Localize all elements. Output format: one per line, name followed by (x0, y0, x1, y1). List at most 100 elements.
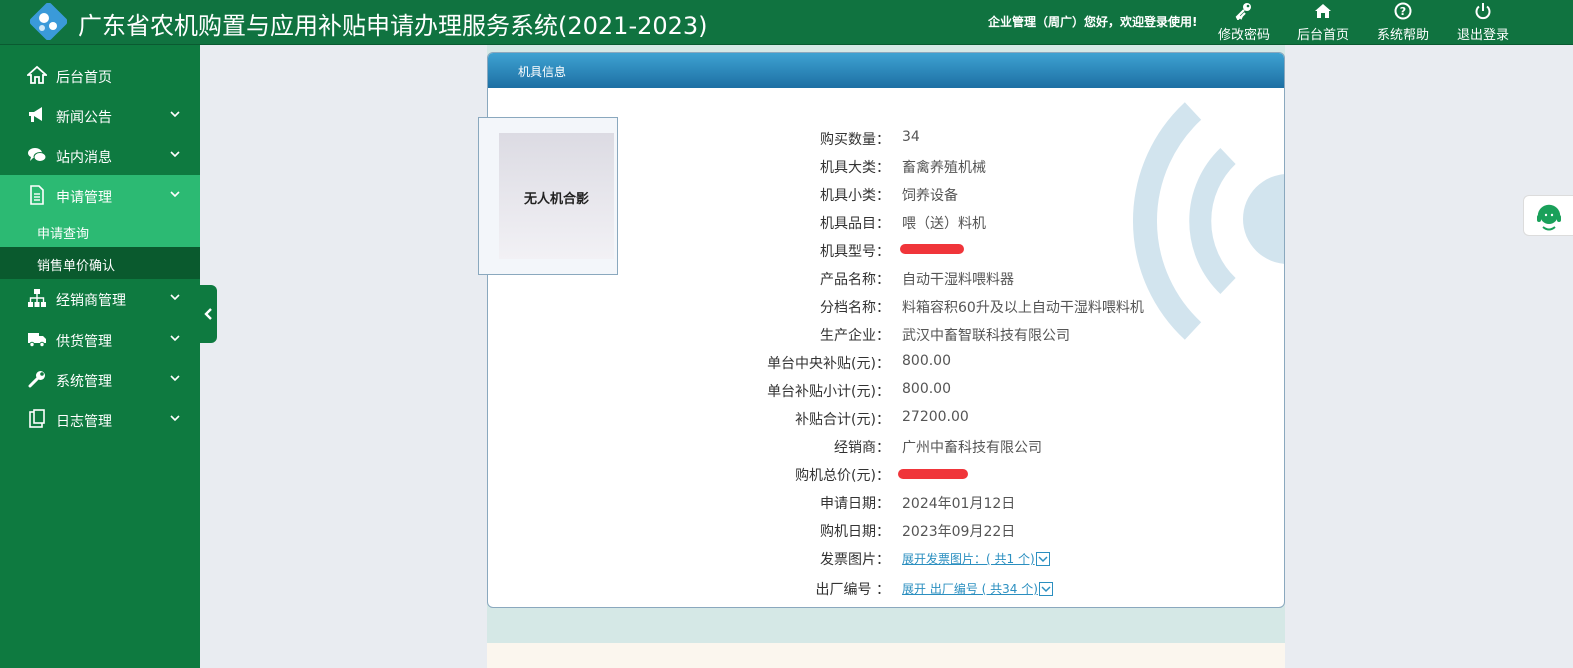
content-footer-strip (487, 643, 1285, 668)
field-value: 饲养设备 (902, 188, 958, 204)
power-icon (1475, 3, 1491, 20)
field-label: 机具大类： (820, 160, 890, 176)
document-icon (30, 185, 44, 205)
field-value: 800.00 (902, 381, 951, 397)
sidebar-item-label: 供货管理 (56, 334, 112, 350)
machine-photo[interactable]: 无人机合影 (478, 117, 618, 275)
chevron-down-icon (170, 335, 180, 342)
field-value: 34 (902, 129, 920, 145)
field-subsidy-total: 补贴合计(元)： 27200.00 (600, 409, 1260, 431)
home-icon (1315, 4, 1331, 18)
sidebar-item-label: 日志管理 (56, 414, 112, 430)
field-subcategory: 机具小类： 饲养设备 (600, 185, 1260, 207)
chevron-down-icon (170, 375, 180, 382)
expand-serial-link[interactable]: 展开 出厂编号 ( 共34 个) (902, 580, 1053, 597)
redaction-mark (898, 469, 968, 479)
admin-home-button[interactable]: 后台首页 (1293, 2, 1353, 44)
home-icon (27, 65, 47, 84)
customer-service-button[interactable] (1523, 195, 1573, 236)
field-value: 料箱容积60升及以上自动干湿料喂料机 (902, 300, 1144, 316)
system-help-button[interactable]: ? 系统帮助 (1373, 2, 1433, 44)
app-title: 广东省农机购置与应用补贴申请办理服务系统(2021-2023) (78, 12, 708, 40)
field-value: 27200.00 (902, 409, 969, 425)
field-label: 单台中央补贴(元)： (767, 356, 890, 372)
field-label: 分档名称： (820, 300, 890, 316)
field-label: 购机日期： (820, 524, 890, 540)
admin-home-label: 后台首页 (1296, 28, 1349, 43)
field-product-name: 产品名称： 自动干湿料喂料器 (600, 269, 1260, 291)
sidebar-item-label: 系统管理 (56, 374, 112, 390)
sidebar-item-label: 新闻公告 (56, 110, 112, 126)
help-icon: ? (1394, 2, 1412, 20)
field-label: 申请日期： (820, 496, 890, 512)
sidebar-item-dealers[interactable]: 经销商管理 (0, 278, 200, 318)
chevron-down-icon (170, 294, 180, 301)
machine-photo-image: 无人机合影 (499, 133, 614, 259)
field-value: 2024年01月12日 (902, 496, 1016, 512)
sidebar-item-home[interactable]: 后台首页 (0, 55, 200, 95)
chevron-down-icon (170, 191, 180, 198)
logout-button[interactable]: 退出登录 (1453, 2, 1513, 44)
field-label: 经销商： (834, 440, 890, 456)
top-header: 广东省农机购置与应用补贴申请办理服务系统(2021-2023) 企业管理（周广）… (0, 0, 1573, 45)
sidebar-item-system[interactable]: 系统管理 (0, 359, 200, 399)
sidebar-subitem-application-query[interactable]: 申请查询 (0, 215, 200, 247)
expand-icon (1038, 582, 1053, 596)
field-label: 出厂编号 ： (815, 582, 890, 598)
sidebar-item-supply[interactable]: 供货管理 (0, 319, 200, 359)
chevron-down-icon (170, 111, 180, 118)
expand-invoice-link[interactable]: 展开发票图片：( 共1 个) (902, 550, 1050, 567)
field-invoice-images: 发票图片： 展开发票图片：( 共1 个) (600, 549, 1260, 571)
photo-caption: 无人机合影 (523, 192, 589, 207)
field-label: 补贴合计(元)： (795, 412, 890, 428)
sidebar-subitem-price-confirm[interactable]: 销售单价确认 (0, 247, 200, 279)
field-label: 产品名称： (820, 272, 890, 288)
field-value: 2023年09月22日 (902, 524, 1016, 540)
field-value: 广州中畜科技有限公司 (902, 440, 1042, 456)
field-label: 机具小类： (820, 188, 890, 204)
sidebar-item-messages[interactable]: 站内消息 (0, 135, 200, 175)
key-icon (1235, 3, 1251, 20)
field-model: 机具型号： (600, 241, 1260, 263)
sidebar-item-logs[interactable]: 日志管理 (0, 399, 200, 439)
sidebar: 后台首页 新闻公告 站内消息 申请管理 申请查询 销售单价确认 经销商管理 供货… (0, 45, 200, 668)
field-value: 800.00 (902, 353, 951, 369)
logout-label: 退出登录 (1456, 28, 1509, 43)
change-password-label: 修改密码 (1217, 28, 1270, 43)
field-label: 机具型号： (820, 244, 890, 260)
sidebar-item-applications[interactable]: 申请管理 (0, 175, 200, 215)
panel-title: 机具信息 (518, 65, 567, 79)
expand-icon (1035, 552, 1050, 566)
field-value: 喂（送）料机 (902, 216, 986, 232)
redaction-mark (900, 244, 964, 254)
field-dealer: 经销商： 广州中畜科技有限公司 (600, 437, 1260, 459)
sidebar-item-label: 申请管理 (56, 190, 112, 206)
field-serial-numbers: 出厂编号 ： 展开 出厂编号 ( 共34 个) (600, 579, 1260, 601)
clipboard-icon (29, 409, 45, 428)
field-apply-date: 申请日期： 2024年01月12日 (600, 493, 1260, 515)
chevron-down-icon (170, 151, 180, 158)
sidebar-collapse-toggle[interactable] (200, 285, 217, 343)
field-label: 机具品目： (820, 216, 890, 232)
field-label: 单台补贴小计(元)： (767, 384, 890, 400)
field-label: 生产企业： (820, 328, 890, 344)
sidebar-item-label: 后台首页 (56, 70, 112, 86)
sidebar-subitem-label: 销售单价确认 (37, 259, 116, 274)
field-category: 机具大类： 畜禽养殖机械 (600, 157, 1260, 179)
field-item: 机具品目： 喂（送）料机 (600, 213, 1260, 235)
field-value: 自动干湿料喂料器 (902, 272, 1014, 288)
wrench-icon (28, 371, 45, 388)
panel-header: 机具信息 (488, 53, 1284, 88)
sidebar-item-news[interactable]: 新闻公告 (0, 95, 200, 135)
expand-serial-text: 展开 出厂编号 ( 共34 个) (902, 582, 1038, 596)
field-grade-name: 分档名称： 料箱容积60升及以上自动干湿料喂料机 (600, 297, 1260, 319)
field-quantity: 购买数量： 34 (600, 129, 1260, 151)
field-purchase-date: 购机日期： 2023年09月22日 (600, 521, 1260, 543)
sidebar-subitem-label: 申请查询 (37, 227, 90, 242)
truck-icon (28, 333, 46, 348)
logo-icon (30, 3, 67, 40)
field-value: 武汉中畜智联科技有限公司 (902, 328, 1070, 344)
sidebar-item-label: 站内消息 (56, 150, 112, 166)
change-password-button[interactable]: 修改密码 (1214, 2, 1274, 44)
field-value: 畜禽养殖机械 (902, 160, 986, 176)
